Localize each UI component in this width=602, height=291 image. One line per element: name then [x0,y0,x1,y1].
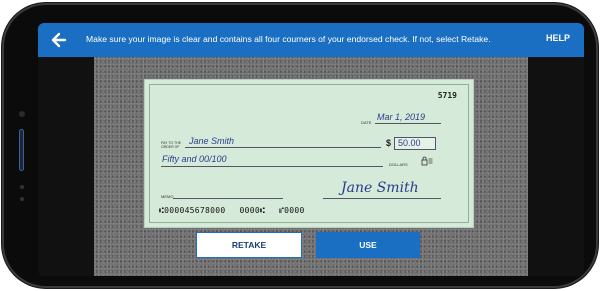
dollar-sign: $ [386,138,392,148]
check-amount: 50.00 [398,138,421,148]
signature-line [323,198,441,199]
top-bar: Make sure your image is clear and contai… [38,23,584,57]
retake-button[interactable]: RETAKE [196,232,302,258]
micr-account: 0000⑆ [239,206,266,215]
payee-name: Jane Smith [189,136,235,146]
phone-frame: Make sure your image is clear and contai… [2,3,598,288]
micr-line: ⑆000045678000 0000⑆ ⑈0000 [159,206,319,215]
amount-words: Fifty and 00/100 [162,154,227,164]
check-image: 5719 DATE Mar 1, 2019 PAY TO THE ORDER O… [144,79,474,228]
instruction-text: Make sure your image is clear and contai… [86,34,491,44]
camera-margin-left [38,57,94,276]
security-lock-icon [421,156,433,166]
sensor-dot [20,197,24,201]
words-line [161,166,383,167]
memo-label: MEMO [161,194,174,199]
speaker-slot [19,129,24,171]
signature: Jane Smith [341,180,419,196]
check-preview: 5719 DATE Mar 1, 2019 PAY TO THE ORDER O… [94,57,528,276]
sensor-dot [20,185,24,189]
date-label: DATE [361,120,372,125]
pay-to-label: PAY TO THE ORDER OF [161,141,182,149]
check-number: 5719 [437,91,457,100]
micr-check-number: ⑈0000 [279,206,305,215]
app-screen: Make sure your image is clear and contai… [38,23,584,276]
arrow-left-icon[interactable] [50,31,68,49]
micr-routing: ⑆000045678000 [159,206,226,215]
check-date: Mar 1, 2019 [377,112,426,122]
camera-margin-right [528,57,584,276]
use-button[interactable]: USE [316,232,420,258]
date-line [375,123,441,124]
camera-sensor [19,111,25,117]
memo-line [173,198,283,199]
payee-line [185,147,381,148]
dollars-label: DOLLARS [389,162,408,167]
help-button[interactable]: HELP [546,33,570,43]
